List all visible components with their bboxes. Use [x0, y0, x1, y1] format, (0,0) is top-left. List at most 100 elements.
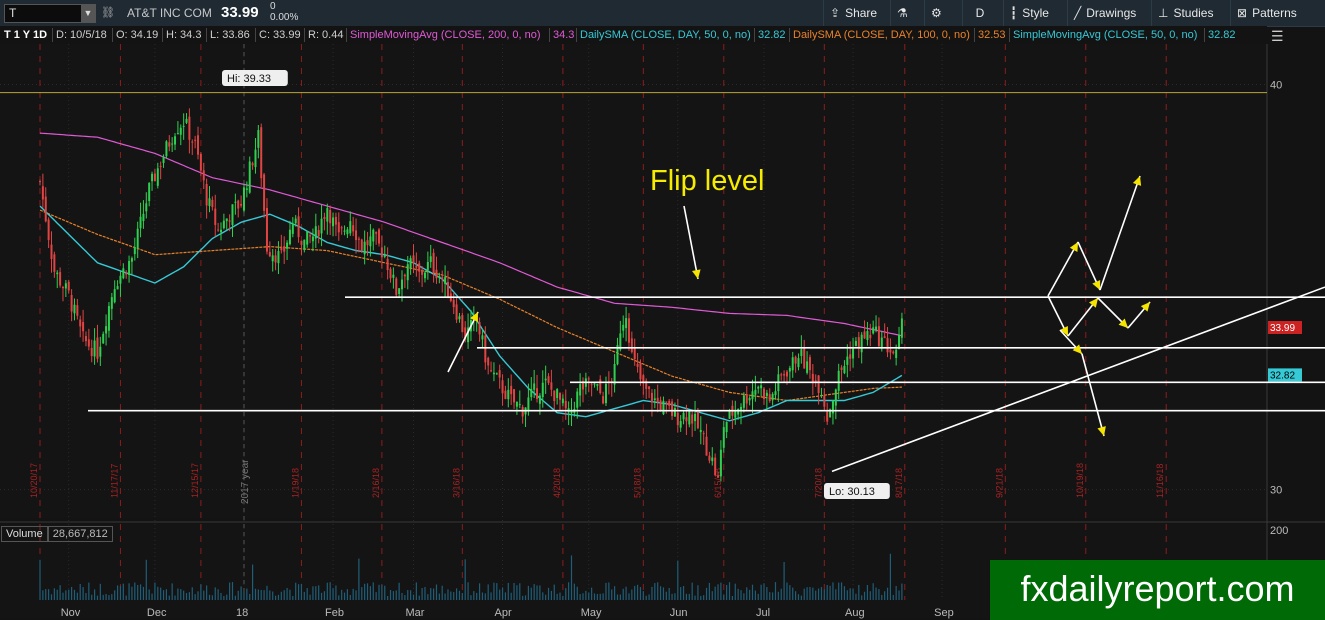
candle-body [363, 241, 366, 255]
candle-body [145, 203, 148, 212]
date-marker-label: 7/20/18 [813, 468, 823, 498]
date-marker-label: 8/17/18 [894, 468, 904, 498]
candle-body [383, 255, 386, 257]
candle-body [854, 340, 857, 347]
month-label: May [581, 607, 602, 619]
aggregation-button[interactable]: D [962, 0, 997, 26]
candle-body [613, 363, 616, 385]
candle-body [518, 404, 521, 406]
study-dailysma100-label[interactable]: DailySMA (CLOSE, DAY, 100, 0, no) [793, 29, 970, 41]
candle-body [303, 239, 306, 250]
candle-body [283, 246, 286, 252]
candle-body [400, 279, 403, 290]
candle-body [791, 357, 794, 371]
candle-body [300, 240, 303, 245]
share-button[interactable]: ⇪ Share [823, 0, 883, 26]
candle-body [676, 412, 679, 426]
studies-button[interactable]: ⊥ Studies [1151, 0, 1219, 26]
month-label: Apr [495, 607, 512, 619]
candle-body [685, 417, 688, 422]
candle-body [806, 361, 809, 373]
candle-body [119, 275, 122, 284]
candle-body [263, 174, 266, 211]
candle-body [593, 383, 596, 385]
month-label: Feb [325, 607, 344, 619]
candle-body [889, 349, 892, 353]
candle-body [311, 236, 314, 242]
candle-body [257, 130, 260, 148]
study-sma200-label[interactable]: SimpleMovingAvg (CLOSE, 200, 0, no) [350, 29, 541, 41]
candle-body [751, 391, 754, 400]
study-sma50-label[interactable]: SimpleMovingAvg (CLOSE, 50, 0, no) [1013, 29, 1197, 41]
candle-body [334, 216, 337, 225]
candle-body [271, 255, 274, 262]
symbol-text: T [9, 6, 17, 20]
candle-body [82, 322, 85, 332]
candle-body [142, 213, 145, 222]
candle-body [662, 400, 665, 415]
divider [576, 28, 577, 42]
date-marker-label: 11/16/18 [1155, 464, 1165, 498]
candle-body [852, 348, 855, 359]
candle-body [162, 156, 165, 164]
candle-body [240, 203, 243, 206]
price-chart[interactable]: 10/20/17 11/17/17 12/15/17 1/19/18 2/16/18 3/… [0, 44, 1325, 620]
candle-body [286, 242, 289, 249]
style-button[interactable]: ┇ Style [1003, 0, 1055, 26]
link-icon[interactable]: ⛓ [101, 6, 115, 19]
month-label: Sep [934, 607, 954, 619]
menu-icon[interactable]: ☰ [1271, 28, 1284, 45]
candle-body [630, 338, 633, 353]
candle-body [857, 337, 860, 349]
candle-body [211, 199, 214, 208]
candle-body [484, 335, 487, 363]
chart-period[interactable]: T 1 Y 1D [4, 29, 47, 41]
candle-body [458, 316, 461, 320]
share-icon: ⇪ [830, 6, 841, 20]
sma-price-tag: 32.82 [1270, 370, 1295, 381]
candle-body [622, 324, 625, 331]
candle-body [808, 357, 811, 371]
candle-body [231, 204, 234, 226]
month-label: Aug [845, 607, 865, 619]
candle-body [742, 395, 745, 408]
month-label: Jun [670, 607, 688, 619]
candle-body [877, 326, 880, 347]
candle-body [406, 264, 409, 281]
chevron-down-icon[interactable]: ▼ [81, 5, 95, 22]
settings-button[interactable]: ⚙ [924, 0, 955, 26]
candle-body [254, 149, 257, 168]
candle-body [194, 139, 197, 141]
candle-body [875, 326, 878, 331]
candle-body [323, 216, 326, 220]
drawings-button[interactable]: ╱ Drawings [1067, 0, 1142, 26]
candle-body [538, 395, 541, 404]
candle-body [705, 436, 708, 456]
candle-body [452, 299, 455, 308]
candle-body [564, 400, 567, 409]
candle-body [139, 216, 142, 229]
candle-body [596, 384, 599, 386]
price-tick-label: 30 [1270, 485, 1282, 497]
patterns-icon: ⊠ [1237, 6, 1248, 20]
candle-body [306, 231, 309, 245]
candle-body [110, 297, 113, 309]
candle-body [504, 390, 507, 399]
candle-body [823, 395, 826, 407]
patterns-button[interactable]: ⊠ Patterns [1230, 0, 1303, 26]
candle-body [719, 449, 722, 477]
candle-body [386, 258, 389, 270]
study-dailysma50-label[interactable]: DailySMA (CLOSE, DAY, 50, 0, no) [580, 29, 751, 41]
date-marker-label: 1/19/18 [290, 468, 300, 498]
flask-icon: ⚗ [897, 6, 908, 20]
symbol-input[interactable]: T ▼ [4, 4, 96, 23]
candle-body [369, 236, 372, 247]
candle-body [61, 286, 64, 289]
candle-body [156, 168, 159, 186]
aggregation-label: D [975, 6, 985, 20]
flask-button[interactable]: ⚗ [890, 0, 920, 26]
candle-body [541, 382, 544, 398]
divider [1204, 28, 1205, 42]
candle-body [199, 153, 202, 171]
candle-body [44, 196, 47, 222]
